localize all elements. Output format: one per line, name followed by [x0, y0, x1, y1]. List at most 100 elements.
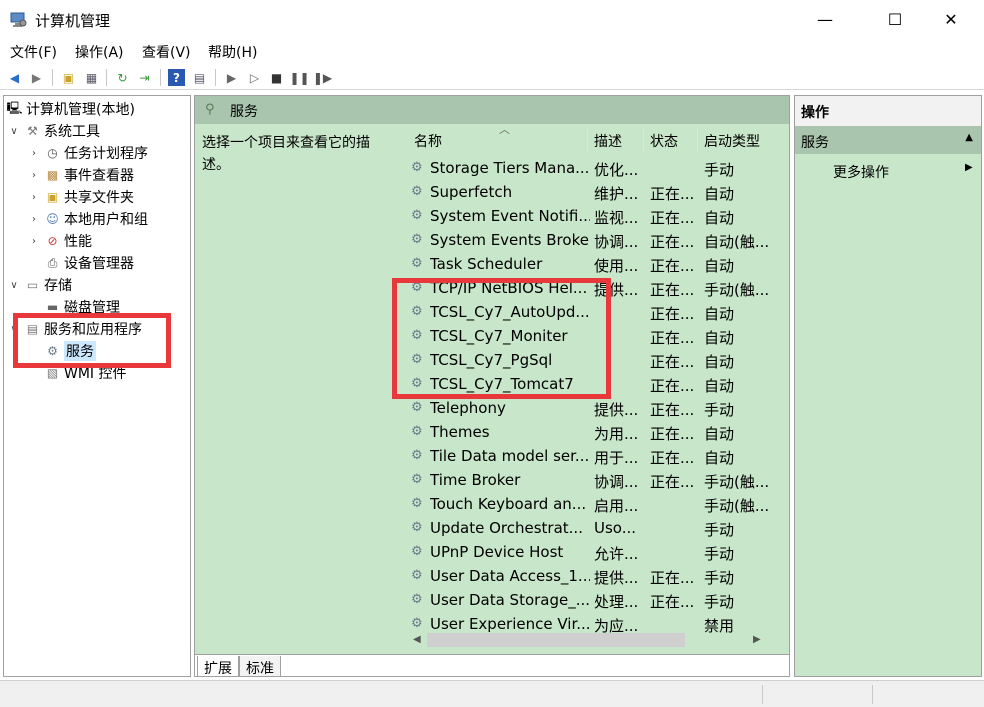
column-label: 启动类型 — [704, 134, 760, 150]
tree-item-shared-folders[interactable]: › ▣ 共享文件夹 — [28, 186, 134, 208]
service-row[interactable]: ⚙ Time Broker 协调... 正在... 手动(触... — [408, 468, 778, 492]
gear-icon: ⚙ — [411, 568, 423, 583]
service-row[interactable]: ⚙ Storage Tiers Mana... 优化... 手动 — [408, 156, 778, 180]
scroll-right-icon[interactable]: ▶ — [753, 634, 761, 645]
submenu-arrow-icon[interactable]: ▶ — [965, 162, 973, 173]
resume-service-icon[interactable]: ▷ — [246, 69, 263, 86]
column-status[interactable]: 状态 — [650, 127, 698, 153]
service-row[interactable]: ⚙ Touch Keyboard an... 启用... 手动(触... — [408, 492, 778, 516]
tree-label: 本地用户和组 — [64, 212, 148, 228]
service-startup-type: 手动 — [704, 401, 735, 419]
tree-label: 设备管理器 — [64, 256, 134, 272]
more-actions-item[interactable]: 更多操作 — [833, 162, 889, 182]
collapse-chevron-icon[interactable]: › — [28, 192, 40, 203]
service-description-cell: 提供... — [594, 401, 639, 419]
tree-item-performance[interactable]: › ⊘ 性能 — [28, 230, 92, 252]
actions-section-services[interactable]: 服务 ▲ — [795, 126, 981, 154]
expand-chevron-icon[interactable]: ∨ — [8, 280, 20, 291]
service-status: 正在... — [650, 569, 695, 587]
menu-file[interactable]: 文件(F) — [10, 42, 57, 62]
pause-service-icon[interactable]: ❚❚ — [289, 69, 309, 86]
service-row[interactable]: ⚙ User Data Storage_... 处理... 正在... 手动 — [408, 588, 778, 612]
tree-label: 存储 — [44, 278, 72, 294]
up-folder-icon[interactable]: ▣ — [60, 69, 77, 86]
properties-icon[interactable]: ▤ — [191, 69, 208, 86]
tree-item-system-tools[interactable]: ∨ ⚒ 系统工具 — [8, 120, 100, 142]
service-startup-type: 手动 — [704, 593, 735, 611]
service-status: 正在... — [650, 329, 695, 347]
service-row[interactable]: ⚙ Tile Data model ser... 用于... 正在... 自动 — [408, 444, 778, 468]
collapse-triangle-icon[interactable]: ▲ — [965, 132, 973, 143]
service-startup-type: 自动(触... — [704, 233, 770, 251]
collapse-chevron-icon[interactable]: › — [28, 236, 40, 247]
service-row[interactable]: ⚙ Superfetch 维护... 正在... 自动 — [408, 180, 778, 204]
service-row[interactable]: ⚙ System Event Notifi... 监视... 正在... 自动 — [408, 204, 778, 228]
collapse-chevron-icon[interactable]: › — [28, 170, 40, 181]
start-service-icon[interactable]: ▶ — [223, 69, 240, 86]
tree-item-device-manager[interactable]: ⎙ 设备管理器 — [40, 252, 134, 274]
minimize-button[interactable]: — — [802, 0, 848, 38]
column-description[interactable]: 描述 — [594, 127, 644, 153]
tree-item-storage[interactable]: ∨ ▭ 存储 — [8, 274, 72, 296]
menu-action[interactable]: 操作(A) — [75, 42, 124, 62]
back-arrow-icon[interactable]: ◀ — [6, 69, 23, 86]
tree-item-local-users[interactable]: › ☺ 本地用户和组 — [28, 208, 148, 230]
expand-chevron-icon[interactable]: ∨ — [8, 126, 20, 137]
help-icon[interactable]: ? — [168, 69, 185, 86]
collapse-chevron-icon[interactable]: › — [28, 214, 40, 225]
forward-arrow-icon[interactable]: ▶ — [28, 69, 45, 86]
event-viewer-icon: ▩ — [46, 168, 59, 182]
maximize-button[interactable]: ☐ — [872, 0, 918, 38]
column-startup-type[interactable]: 启动类型 — [704, 127, 770, 153]
service-row[interactable]: ⚙ UPnP Device Host 允许... 手动 — [408, 540, 778, 564]
service-description-cell: 使用... — [594, 257, 639, 275]
tree-item-event-viewer[interactable]: › ▩ 事件查看器 — [28, 164, 134, 186]
service-startup-type: 自动 — [704, 209, 735, 227]
tree-root[interactable]: 🖳 计算机管理(本地) — [6, 98, 134, 120]
collapse-chevron-icon[interactable]: › — [28, 148, 40, 159]
service-startup-type: 手动(触... — [704, 473, 770, 491]
stop-service-icon[interactable]: ■ — [268, 69, 285, 86]
computer-management-icon: 🖳 — [6, 100, 23, 115]
show-hide-tree-icon[interactable]: ▦ — [83, 69, 100, 86]
service-row[interactable]: ⚙ System Events Broker 协调... 正在... 自动(触... — [408, 228, 778, 252]
service-row[interactable]: ⚙ Update Orchestrat... Uso... 手动 — [408, 516, 778, 540]
gear-icon: ⚙ — [411, 592, 423, 607]
service-name: Storage Tiers Mana... — [430, 159, 590, 177]
menu-help[interactable]: 帮助(H) — [208, 42, 257, 62]
service-status: 正在... — [650, 209, 695, 227]
service-description-cell: 处理... — [594, 593, 639, 611]
menu-view[interactable]: 查看(V) — [142, 42, 191, 62]
service-row[interactable]: ⚙ Task Scheduler 使用... 正在... 自动 — [408, 252, 778, 276]
users-icon: ☺ — [46, 212, 59, 226]
service-startup-type: 自动 — [704, 449, 735, 467]
refresh-icon[interactable]: ↻ — [114, 69, 131, 86]
horizontal-scroll-thumb[interactable] — [427, 633, 685, 647]
tab-extended[interactable]: 扩展 — [197, 656, 239, 676]
service-row[interactable]: ⚙ Themes 为用... 正在... 自动 — [408, 420, 778, 444]
window-title: 计算机管理 — [35, 12, 111, 30]
service-row[interactable]: ⚙ Telephony 提供... 正在... 手动 — [408, 396, 778, 420]
column-name[interactable]: ︿ 名称 — [414, 123, 588, 153]
menu-bar: 文件(F) 操作(A) 查看(V) 帮助(H) — [0, 40, 984, 64]
restart-service-icon[interactable]: ❚▶ — [313, 69, 332, 86]
export-list-icon[interactable]: ⇥ — [136, 69, 153, 86]
service-row[interactable]: ⚙ User Data Access_1... 提供... 正在... 手动 — [408, 564, 778, 588]
service-status: 正在... — [650, 593, 695, 611]
service-startup-type: 手动(触... — [704, 281, 770, 299]
tab-standard[interactable]: 标准 — [239, 656, 281, 676]
service-startup-type: 自动 — [704, 329, 735, 347]
tree-item-task-scheduler[interactable]: › ◷ 任务计划程序 — [28, 142, 148, 164]
scroll-left-icon[interactable]: ◀ — [413, 634, 421, 645]
service-status: 正在... — [650, 377, 695, 395]
service-status: 正在... — [650, 281, 695, 299]
tools-icon: ⚒ — [27, 124, 38, 138]
service-name: System Events Broker — [430, 231, 590, 249]
service-description-cell: 优化... — [594, 161, 639, 179]
service-name: Themes — [430, 423, 490, 441]
service-name: Update Orchestrat... — [430, 519, 583, 537]
close-button[interactable]: ✕ — [928, 0, 974, 38]
gear-icon: ⚙ — [411, 496, 423, 511]
gear-icon: ⚙ — [411, 616, 423, 631]
service-name: Superfetch — [430, 183, 513, 201]
